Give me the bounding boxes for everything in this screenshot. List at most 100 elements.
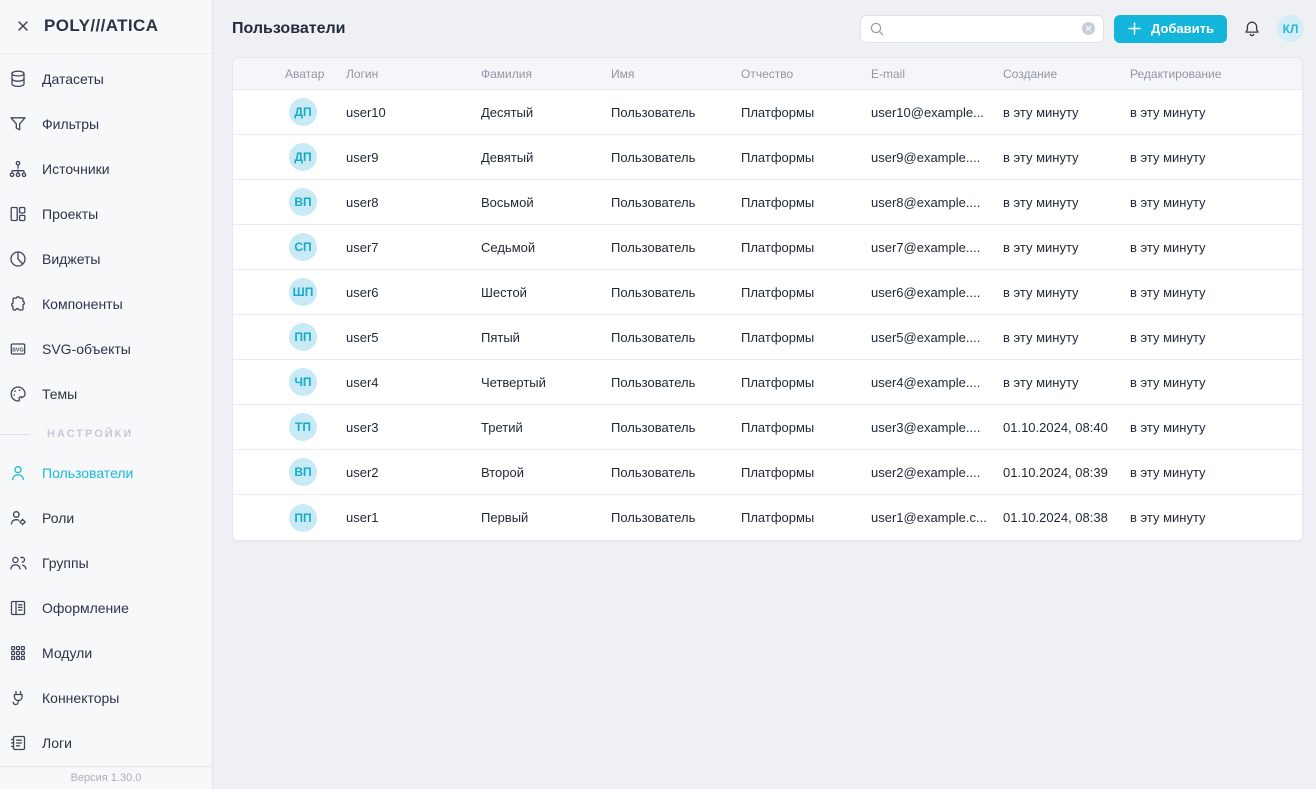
database-icon bbox=[8, 69, 28, 89]
sidebar-item-components[interactable]: Компоненты bbox=[0, 282, 212, 327]
table-row[interactable]: ДП user9 Девятый Пользователь Платформы … bbox=[233, 135, 1302, 180]
avatar-cell: ШП bbox=[233, 278, 346, 306]
sidebar-item-modules[interactable]: Модули bbox=[0, 631, 212, 676]
app-version: Версия 1.30.0 bbox=[0, 766, 212, 789]
table-row[interactable]: ПП user1 Первый Пользователь Платформы u… bbox=[233, 495, 1302, 540]
sidebar-item-label: Фильтры bbox=[42, 116, 99, 132]
table-header-row: Аватар Логин Фамилия Имя Отчество E-mail… bbox=[233, 58, 1302, 90]
sidebar-item-design[interactable]: Оформление bbox=[0, 586, 212, 631]
notifications-button[interactable] bbox=[1242, 19, 1262, 39]
lastname-cell: Второй bbox=[481, 465, 611, 480]
sidebar-item-datasets[interactable]: Датасеты bbox=[0, 57, 212, 102]
edited-cell: в эту минуту bbox=[1130, 420, 1302, 435]
plug-icon bbox=[8, 688, 28, 708]
row-avatar: ВП bbox=[289, 188, 317, 216]
sidebar-item-logs[interactable]: Логи bbox=[0, 721, 212, 766]
middlename-cell: Платформы bbox=[741, 150, 871, 165]
email-cell: user2@example.... bbox=[871, 465, 1003, 480]
firstname-cell: Пользователь bbox=[611, 330, 741, 345]
avatar-cell: ВП bbox=[233, 188, 346, 216]
middlename-cell: Платформы bbox=[741, 375, 871, 390]
email-cell: user7@example.... bbox=[871, 240, 1003, 255]
edited-cell: в эту минуту bbox=[1130, 240, 1302, 255]
column-header-avatar: Аватар bbox=[233, 67, 346, 81]
sidebar-item-users[interactable]: Пользователи bbox=[0, 451, 212, 496]
avatar-cell: ДП bbox=[233, 98, 346, 126]
search-box[interactable] bbox=[860, 15, 1104, 43]
sidebar-item-sources[interactable]: Источники bbox=[0, 147, 212, 192]
search-input[interactable] bbox=[892, 21, 1075, 36]
lastname-cell: Десятый bbox=[481, 105, 611, 120]
pie-chart-icon bbox=[8, 249, 28, 269]
firstname-cell: Пользователь bbox=[611, 285, 741, 300]
sidebar-item-roles[interactable]: Роли bbox=[0, 496, 212, 541]
layout-icon bbox=[8, 204, 28, 224]
email-cell: user6@example.... bbox=[871, 285, 1003, 300]
created-cell: 01.10.2024, 08:40 bbox=[1003, 420, 1130, 435]
column-header-middlename: Отчество bbox=[741, 67, 871, 81]
avatar-cell: СП bbox=[233, 233, 346, 261]
sitemap-icon bbox=[8, 159, 28, 179]
sidebar-item-label: Проекты bbox=[42, 206, 98, 222]
middlename-cell: Платформы bbox=[741, 510, 871, 525]
firstname-cell: Пользователь bbox=[611, 105, 741, 120]
table-body: ДП user10 Десятый Пользователь Платформы… bbox=[233, 90, 1302, 540]
column-header-login: Логин bbox=[346, 67, 481, 81]
sidebar-item-projects[interactable]: Проекты bbox=[0, 192, 212, 237]
table-row[interactable]: ЧП user4 Четвертый Пользователь Платформ… bbox=[233, 360, 1302, 405]
row-avatar: ВП bbox=[289, 458, 317, 486]
table-row[interactable]: ВП user8 Восьмой Пользователь Платформы … bbox=[233, 180, 1302, 225]
middlename-cell: Платформы bbox=[741, 240, 871, 255]
column-header-edited: Редактирование bbox=[1130, 67, 1302, 81]
lastname-cell: Восьмой bbox=[481, 195, 611, 210]
table-row[interactable]: СП user7 Седьмой Пользователь Платформы … bbox=[233, 225, 1302, 270]
close-sidebar-button[interactable] bbox=[14, 17, 32, 35]
middlename-cell: Платформы bbox=[741, 105, 871, 120]
created-cell: в эту минуту bbox=[1003, 105, 1130, 120]
table-row[interactable]: ВП user2 Второй Пользователь Платформы u… bbox=[233, 450, 1302, 495]
row-avatar: ШП bbox=[289, 278, 317, 306]
firstname-cell: Пользователь bbox=[611, 510, 741, 525]
clear-search-icon[interactable] bbox=[1081, 21, 1096, 36]
login-cell: user6 bbox=[346, 285, 481, 300]
bell-icon bbox=[1242, 19, 1262, 39]
email-cell: user5@example.... bbox=[871, 330, 1003, 345]
design-icon bbox=[8, 598, 28, 618]
table-row[interactable]: ДП user10 Десятый Пользователь Платформы… bbox=[233, 90, 1302, 135]
login-cell: user7 bbox=[346, 240, 481, 255]
sidebar-item-connectors[interactable]: Коннекторы bbox=[0, 676, 212, 721]
created-cell: в эту минуту bbox=[1003, 195, 1130, 210]
row-avatar: ПП bbox=[289, 323, 317, 351]
add-user-button[interactable]: Добавить bbox=[1114, 15, 1227, 43]
sidebar-item-label: Пользователи bbox=[42, 465, 133, 481]
avatar-cell: ЧП bbox=[233, 368, 346, 396]
user-avatar[interactable]: КЛ bbox=[1277, 15, 1304, 42]
users-table: Аватар Логин Фамилия Имя Отчество E-mail… bbox=[232, 57, 1303, 541]
sidebar-nav: Датасеты Фильтры Источники Проекты Видже… bbox=[0, 54, 212, 766]
middlename-cell: Платформы bbox=[741, 330, 871, 345]
user-gear-icon bbox=[8, 508, 28, 528]
lastname-cell: Девятый bbox=[481, 150, 611, 165]
email-cell: user3@example.... bbox=[871, 420, 1003, 435]
row-avatar: ДП bbox=[289, 143, 317, 171]
sidebar-item-svg-objects[interactable]: SVG SVG-объекты bbox=[0, 327, 212, 372]
firstname-cell: Пользователь bbox=[611, 150, 741, 165]
avatar-cell: ДП bbox=[233, 143, 346, 171]
sidebar-item-groups[interactable]: Группы bbox=[0, 541, 212, 586]
sidebar-item-label: Датасеты bbox=[42, 71, 104, 87]
sidebar-item-filters[interactable]: Фильтры bbox=[0, 102, 212, 147]
firstname-cell: Пользователь bbox=[611, 420, 741, 435]
table-row[interactable]: ШП user6 Шестой Пользователь Платформы u… bbox=[233, 270, 1302, 315]
users-icon bbox=[8, 553, 28, 573]
sidebar-item-widgets[interactable]: Виджеты bbox=[0, 237, 212, 282]
sidebar-item-themes[interactable]: Темы bbox=[0, 372, 212, 417]
table-row[interactable]: ТП user3 Третий Пользователь Платформы u… bbox=[233, 405, 1302, 450]
avatar-cell: ПП bbox=[233, 504, 346, 532]
row-avatar: СП bbox=[289, 233, 317, 261]
search-icon bbox=[868, 20, 886, 38]
login-cell: user9 bbox=[346, 150, 481, 165]
plus-icon bbox=[1127, 21, 1142, 36]
edited-cell: в эту минуту bbox=[1130, 285, 1302, 300]
table-row[interactable]: ПП user5 Пятый Пользователь Платформы us… bbox=[233, 315, 1302, 360]
lastname-cell: Седьмой bbox=[481, 240, 611, 255]
